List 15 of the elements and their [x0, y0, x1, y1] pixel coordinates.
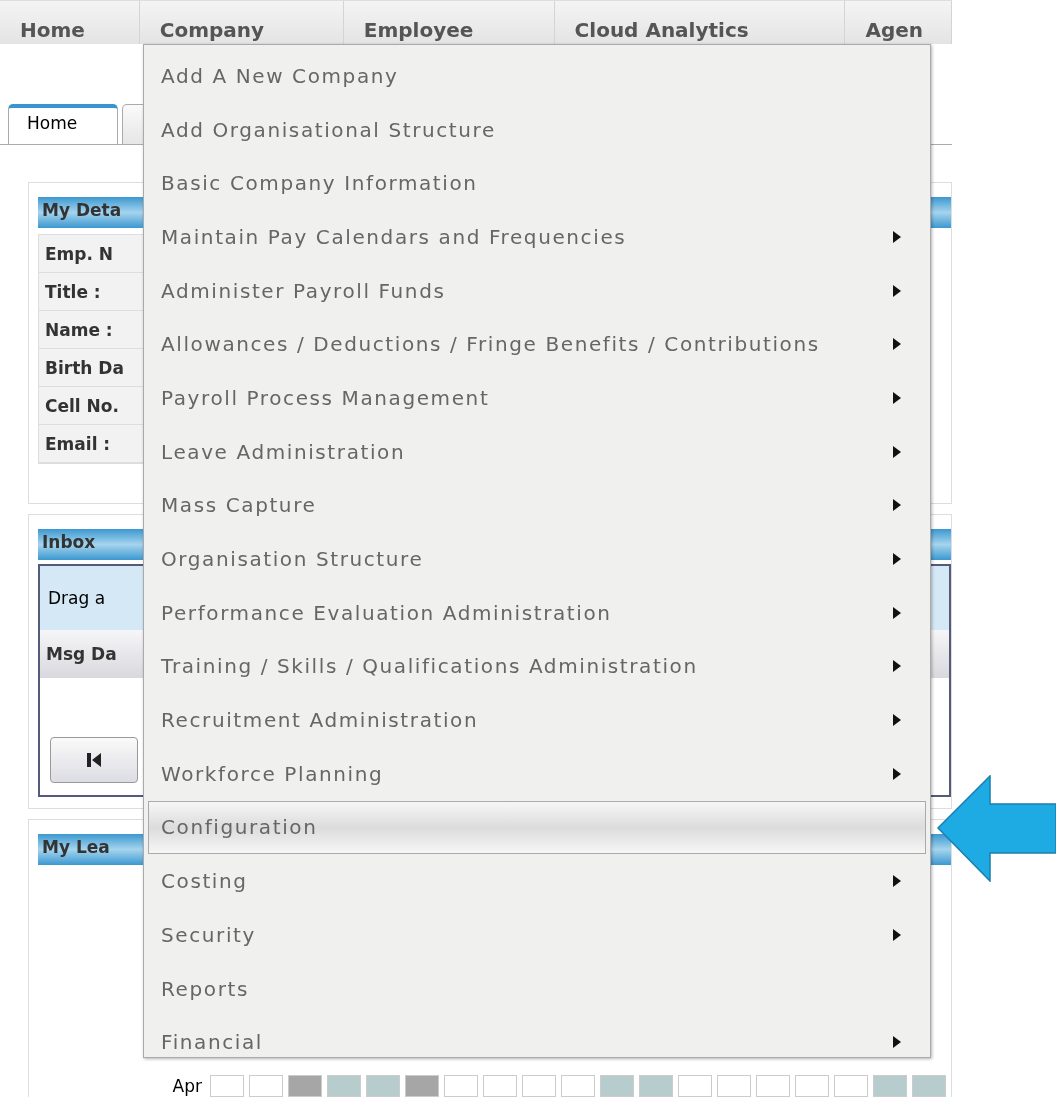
menu-item[interactable]: Configuration: [148, 800, 926, 855]
menu-item[interactable]: Financial: [148, 1015, 926, 1070]
first-page-button[interactable]: [50, 737, 138, 783]
tab[interactable]: Home: [8, 104, 118, 144]
menu-item[interactable]: Add Organisational Structure: [148, 102, 926, 157]
arrow-icon: [937, 775, 1056, 882]
menu-item[interactable]: Training / Skills / Qualifications Administration: [148, 639, 926, 694]
month-label: Apr: [171, 1076, 203, 1096]
menu-item[interactable]: Recruitment Administration: [148, 693, 926, 747]
first-page-icon: [85, 751, 103, 769]
menu-item[interactable]: Add A New Company: [148, 49, 926, 103]
menu-item[interactable]: Security: [148, 908, 926, 962]
menu-item[interactable]: Reports: [148, 961, 926, 1016]
nav-menu-item[interactable]: Home: [0, 1, 140, 44]
menu-item[interactable]: Workforce Planning: [148, 746, 926, 801]
